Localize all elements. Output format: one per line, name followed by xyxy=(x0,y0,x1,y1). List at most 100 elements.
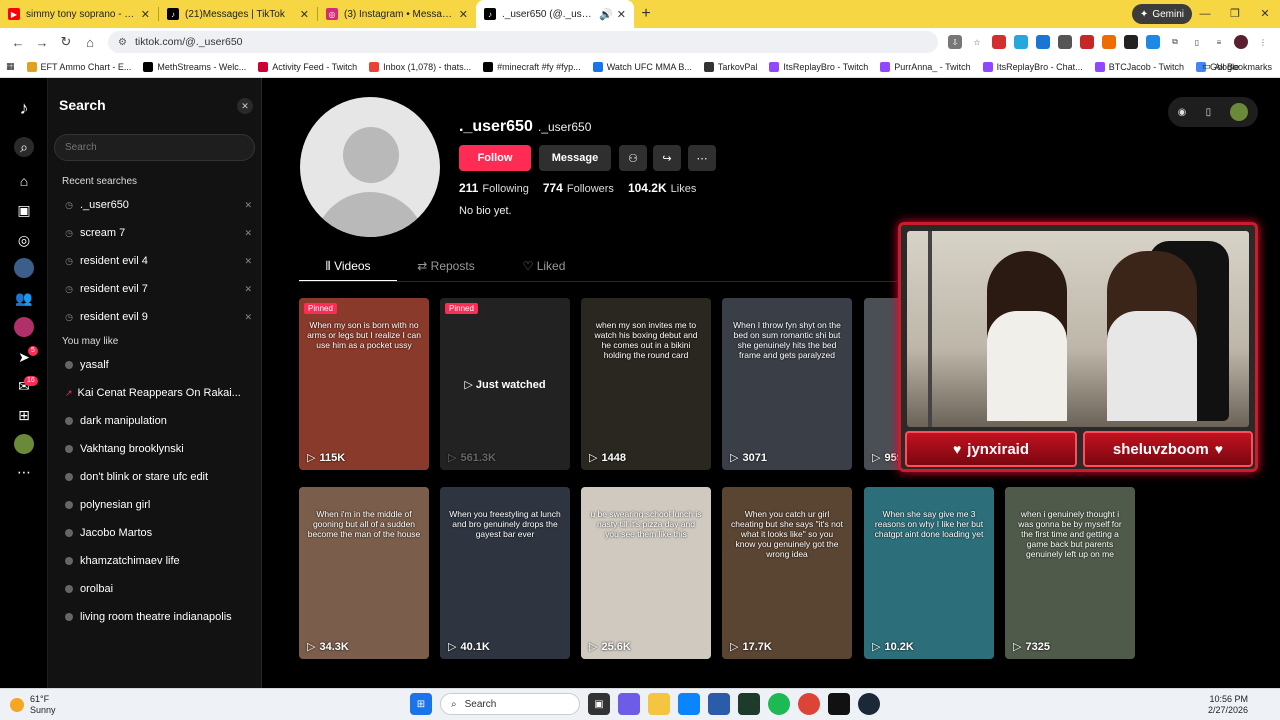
new-tab-button[interactable]: + xyxy=(634,5,658,23)
close-tab-icon[interactable]: ✕ xyxy=(459,8,468,21)
back-icon[interactable]: ← xyxy=(6,35,30,50)
extension-icon[interactable] xyxy=(992,35,1006,49)
extension-icon[interactable] xyxy=(1036,35,1050,49)
close-tab-icon[interactable]: ✕ xyxy=(300,8,309,21)
start-icon[interactable]: ⊞ xyxy=(410,693,432,715)
weather-widget[interactable]: 61°F Sunny xyxy=(10,694,56,716)
video-thumbnail[interactable]: When i'm in the middle of gooning but al… xyxy=(299,487,429,659)
bookmark-item[interactable]: ItsReplayBro - Twitch xyxy=(769,61,868,72)
more-options-icon[interactable]: ⋯ xyxy=(688,145,716,171)
all-bookmarks[interactable]: ▭ All Bookmarks xyxy=(1202,61,1272,72)
recent-search-item[interactable]: ◷ scream 7 ✕ xyxy=(62,225,252,241)
recent-search-item[interactable]: ◷ resident evil 4 ✕ xyxy=(62,253,252,269)
video-thumbnail[interactable]: Pinned When my son is born with no arms o… xyxy=(299,298,429,470)
suggestion-item[interactable]: ↗ Kai Cenat Reappears On Rakai... xyxy=(62,385,252,401)
spotify-icon[interactable] xyxy=(768,693,790,715)
bookmark-item[interactable]: Inbox (1,078) - thats... xyxy=(369,61,471,72)
install-app-icon[interactable]: ⇩ xyxy=(948,35,962,49)
file-explorer-icon[interactable] xyxy=(648,693,670,715)
bookmark-item[interactable]: #minecraft #fy #fyp... xyxy=(483,61,581,72)
steam-icon[interactable] xyxy=(858,693,880,715)
home-icon[interactable]: ⌂ xyxy=(14,171,34,191)
shop-icon[interactable]: ▣ xyxy=(14,200,34,220)
apps-icon[interactable]: ▦ xyxy=(6,61,15,72)
maximize-icon[interactable]: ❐ xyxy=(1220,0,1250,28)
follow-button[interactable]: Follow xyxy=(459,145,531,171)
bookmark-item[interactable]: ItsReplayBro - Chat... xyxy=(982,61,1083,72)
extension-icon[interactable] xyxy=(1146,35,1160,49)
following-stat[interactable]: 211 Following xyxy=(459,181,529,195)
home-icon[interactable]: ⌂ xyxy=(78,35,102,50)
clock[interactable]: 10:56 PM 2/27/2026 xyxy=(1208,694,1248,716)
browser-tab[interactable]: ♪ (21)Messages | TikTok ✕ xyxy=(159,0,317,28)
store-icon[interactable] xyxy=(708,693,730,715)
extension-icon[interactable] xyxy=(1080,35,1094,49)
bookmark-item[interactable]: PurrAnna_ - Twitch xyxy=(880,61,971,72)
suggestion-item[interactable]: yasalf xyxy=(62,357,252,373)
video-thumbnail[interactable]: When you freestyling at lunch and bro ge… xyxy=(440,487,570,659)
close-window-icon[interactable]: ✕ xyxy=(1250,0,1280,28)
video-thumbnail[interactable]: when my son invites me to watch his boxi… xyxy=(581,298,711,470)
message-button[interactable]: Message xyxy=(539,145,611,171)
forward-icon[interactable]: → xyxy=(30,35,54,50)
close-icon[interactable]: ✕ xyxy=(237,98,253,114)
tab-liked[interactable]: ♡ Liked xyxy=(495,252,593,282)
suggestion-item[interactable]: living room theatre indianapolis xyxy=(62,609,252,625)
bookmark-star-icon[interactable]: ☆ xyxy=(970,35,984,49)
remove-icon[interactable]: ✕ xyxy=(244,228,252,239)
remove-icon[interactable]: ✕ xyxy=(244,256,252,267)
taskbar-search[interactable]: ⌕ Search xyxy=(440,693,580,715)
video-thumbnail[interactable]: When you catch ur girl cheating but she … xyxy=(722,487,852,659)
share-icon[interactable]: ↪ xyxy=(653,145,681,171)
video-thumbnail[interactable]: When I throw fyn shyt on the bed on sum … xyxy=(722,298,852,470)
browser-tab[interactable]: ▶ simmy tony soprano - YouTube ✕ xyxy=(0,0,158,28)
media-icon[interactable]: ≡ xyxy=(1212,35,1226,49)
gemini-button[interactable]: ✦ Gemini xyxy=(1131,4,1192,24)
close-tab-icon[interactable]: ✕ xyxy=(141,8,150,21)
site-info-icon[interactable]: ⚙ xyxy=(118,37,127,48)
bookmark-item[interactable]: BTCJacob - Twitch xyxy=(1094,61,1184,72)
edge-icon[interactable] xyxy=(678,693,700,715)
tiktok-logo-icon[interactable]: ♪ xyxy=(14,98,34,118)
extension-icon[interactable] xyxy=(1014,35,1028,49)
following-avatar-icon[interactable] xyxy=(14,258,34,278)
speaker-icon[interactable]: 🔊 xyxy=(599,8,613,21)
more-icon[interactable]: ⋯ xyxy=(14,462,34,482)
recent-search-item[interactable]: ◷ resident evil 7 ✕ xyxy=(62,281,252,297)
app-icon[interactable] xyxy=(618,693,640,715)
search-input[interactable] xyxy=(54,134,255,161)
bookmark-item[interactable]: Watch UFC MMA B... xyxy=(592,61,692,72)
minimize-icon[interactable]: — xyxy=(1190,0,1220,28)
remove-icon[interactable]: ✕ xyxy=(244,200,252,211)
live-avatar-icon[interactable] xyxy=(14,317,34,337)
bookmark-item[interactable]: MethStreams - Welc... xyxy=(143,61,246,72)
close-tab-icon[interactable]: ✕ xyxy=(617,8,626,21)
bookmark-item[interactable]: TarkovPal xyxy=(703,61,757,72)
suggestion-item[interactable]: khamzatchimaev life xyxy=(62,553,252,569)
suggestion-item[interactable]: Jacobo Martos xyxy=(62,525,252,541)
suggestion-item[interactable]: dark manipulation xyxy=(62,413,252,429)
app-icon[interactable] xyxy=(828,693,850,715)
tab-reposts[interactable]: ⇄ Reposts xyxy=(397,252,495,282)
extension-icon[interactable] xyxy=(1102,35,1116,49)
video-thumbnail[interactable]: when i genuinely thought i was gonna be … xyxy=(1005,487,1135,659)
suggestion-item[interactable]: orolbai xyxy=(62,581,252,597)
suggestion-item[interactable]: Vakhtang brooklynski xyxy=(62,441,252,457)
upload-icon[interactable]: ⊞ xyxy=(14,405,34,425)
video-thumbnail[interactable]: Pinned ▷ Just watched ▷ 561.3K xyxy=(440,298,570,470)
reload-icon[interactable]: ↻ xyxy=(54,34,78,50)
suggestion-item[interactable]: polynesian girl xyxy=(62,497,252,513)
friends-icon[interactable]: 👥 xyxy=(14,288,34,308)
tab-videos[interactable]: ⦀ Videos xyxy=(299,252,397,282)
profile-avatar[interactable] xyxy=(1234,35,1248,49)
extension-icon[interactable] xyxy=(1124,35,1138,49)
remove-icon[interactable]: ✕ xyxy=(244,284,252,295)
profile-avatar-icon[interactable] xyxy=(14,434,34,454)
recent-search-item[interactable]: ◷ ._user650 ✕ xyxy=(62,197,252,213)
remove-icon[interactable]: ✕ xyxy=(244,312,252,323)
video-thumbnail[interactable]: When she say give me 3 reasons on why I … xyxy=(864,487,994,659)
terminal-icon[interactable] xyxy=(738,693,760,715)
bookmark-item[interactable]: EFT Ammo Chart - E... xyxy=(26,61,131,72)
sidepanel-icon[interactable]: ▯ xyxy=(1190,35,1204,49)
video-thumbnail[interactable]: u be swearing school lunch is nasty till… xyxy=(581,487,711,659)
